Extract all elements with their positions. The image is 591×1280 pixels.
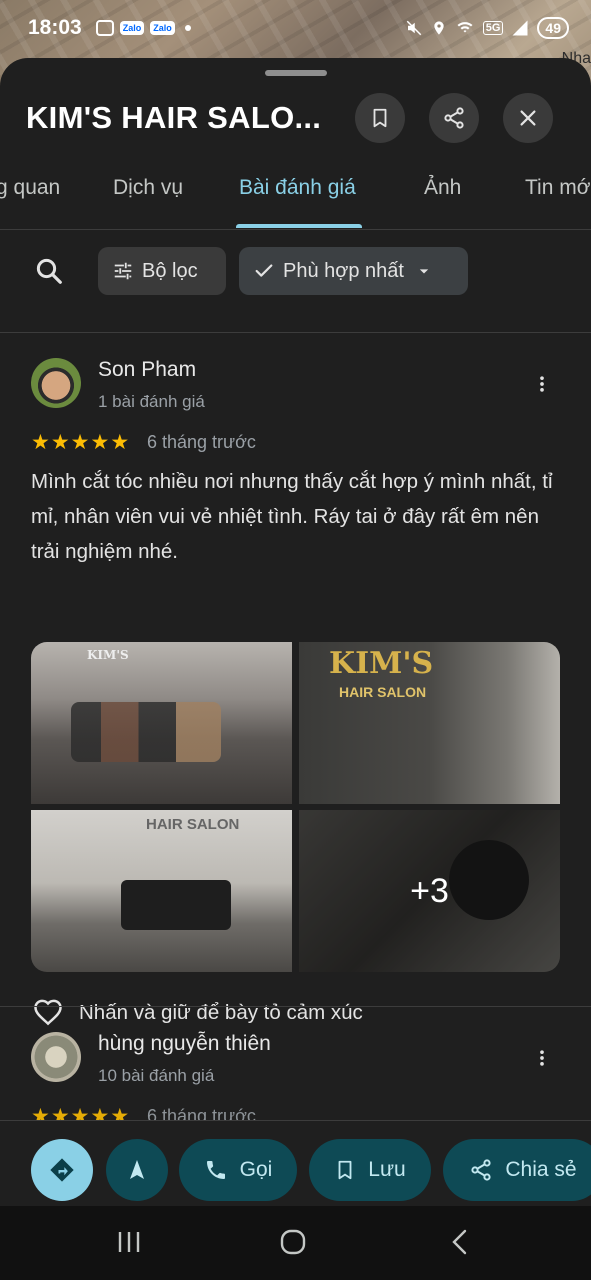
review-photo[interactable]: HAIR SALON — [31, 810, 292, 972]
reviewer-review-count: 1 bài đánh giá — [98, 392, 205, 411]
photo-sign-text: HAIR SALON — [146, 816, 240, 833]
bookmark-icon — [373, 108, 387, 128]
save-button-label: Lưu — [368, 1158, 406, 1181]
active-tab-indicator — [236, 224, 362, 228]
share-icon — [444, 107, 464, 129]
reaction-button[interactable]: Nhấn và giữ để bày tỏ cảm xúc — [31, 998, 363, 1028]
reviewer-review-count: 10 bài đánh giá — [98, 1066, 215, 1085]
photo-sign-text: KIM'S — [87, 648, 129, 662]
mute-icon — [406, 20, 422, 36]
wifi-calling-icon — [457, 22, 473, 33]
more-options-icon[interactable] — [532, 372, 552, 396]
call-button-label: Gọi — [239, 1158, 273, 1181]
share-button-label: Chia sẻ — [505, 1158, 577, 1181]
tab-photos[interactable]: Ảnh — [424, 176, 461, 200]
call-button[interactable]: Gọi — [179, 1139, 297, 1201]
tab-reviews[interactable]: Bài đánh giá — [239, 176, 356, 200]
sort-chip-label: Phù hợp nhất — [283, 259, 404, 282]
tab-overview[interactable]: g quan — [0, 176, 60, 200]
reviewer-name[interactable]: Son Pham — [98, 358, 196, 382]
divider — [0, 1006, 591, 1007]
screenshot-icon — [95, 20, 114, 36]
review-time: 6 tháng trước — [147, 432, 256, 452]
review-photo[interactable]: KIM'S — [31, 642, 292, 804]
tune-icon — [114, 262, 132, 280]
review-photo-more[interactable]: +3 — [299, 810, 560, 972]
directions-icon — [50, 1158, 74, 1182]
tab-services[interactable]: Dịch vụ — [113, 176, 183, 200]
save-button[interactable]: Lưu — [309, 1139, 431, 1201]
zalo-icon: Zalo — [150, 21, 175, 35]
status-bar: 18:03 Zalo Zalo 5G 49 — [0, 0, 591, 56]
location-icon — [434, 21, 444, 35]
status-system-icons: 5G 49 — [405, 17, 569, 39]
place-bottom-sheet: KIM'S HAIR SALO... g quan Dịch vụ Bài đá… — [0, 58, 591, 1205]
bookmark-icon — [338, 1160, 352, 1180]
notification-dot-icon — [184, 25, 191, 31]
start-navigation-button[interactable] — [106, 1139, 168, 1201]
close-icon — [520, 110, 536, 126]
star-icon: ★ — [50, 431, 70, 454]
directions-button[interactable] — [31, 1139, 93, 1201]
check-icon — [255, 264, 273, 277]
back-icon[interactable] — [449, 1228, 471, 1256]
save-place-button[interactable] — [355, 93, 405, 143]
place-title: KIM'S HAIR SALO... — [26, 100, 322, 135]
search-icon[interactable] — [34, 256, 64, 286]
reaction-hint: Nhấn và giữ để bày tỏ cảm xúc — [79, 1001, 363, 1024]
review-photo[interactable]: KIM'S HAIR SALON — [299, 642, 560, 804]
divider — [0, 332, 591, 333]
share-place-button[interactable] — [429, 93, 479, 143]
phone-icon — [206, 1161, 225, 1179]
review-photo-grid: KIM'S KIM'S HAIR SALON HAIR SALON +3 — [31, 642, 560, 972]
avatar[interactable] — [31, 1032, 81, 1082]
more-options-icon[interactable] — [532, 1046, 552, 1070]
recent-apps-icon[interactable] — [116, 1228, 142, 1256]
network-type-badge: 5G — [482, 21, 504, 35]
action-bar: Gọi Lưu Chia sẻ — [0, 1120, 591, 1206]
review-text: Mình cắt tóc nhiều nơi nhưng thấy cắt hợ… — [31, 470, 553, 563]
star-icon: ★ — [90, 431, 110, 454]
star-rating: ★ ★ ★ ★ ★ — [31, 432, 129, 453]
share-icon — [471, 1159, 491, 1181]
zalo-icon: Zalo — [119, 21, 145, 35]
title-row: KIM'S HAIR SALO... — [0, 88, 591, 148]
status-notification-icons: Zalo Zalo — [95, 20, 191, 36]
system-navigation-bar — [0, 1206, 591, 1280]
filter-chip-label: Bộ lọc — [142, 259, 198, 282]
more-photos-count: +3 — [299, 810, 560, 972]
home-icon[interactable] — [279, 1228, 307, 1256]
tab-bar: g quan Dịch vụ Bài đánh giá Ảnh Tin mớ — [0, 158, 591, 230]
signal-icon — [512, 20, 528, 36]
photo-logo-subtext: HAIR SALON — [339, 684, 427, 700]
star-icon: ★ — [31, 431, 50, 454]
avatar[interactable] — [31, 358, 81, 408]
close-button[interactable] — [503, 93, 553, 143]
reviewer-name[interactable]: hùng nguyễn thiên — [98, 1032, 271, 1056]
battery-indicator: 49 — [537, 17, 569, 39]
sheet-drag-handle[interactable] — [265, 70, 327, 76]
dropdown-arrow-icon — [419, 269, 429, 274]
star-icon: ★ — [110, 431, 130, 454]
tab-updates[interactable]: Tin mớ — [525, 176, 591, 200]
share-button[interactable]: Chia sẻ — [443, 1139, 591, 1201]
photo-logo-text: KIM'S — [329, 646, 434, 681]
sort-chip[interactable]: Phù hợp nhất — [239, 247, 468, 295]
navigation-arrow-icon — [130, 1160, 144, 1179]
review-filter-row: Bộ lọc Phù hợp nhất — [0, 246, 591, 296]
status-time: 18:03 — [28, 16, 82, 39]
heart-icon — [34, 999, 62, 1026]
star-icon: ★ — [70, 431, 90, 454]
filter-chip[interactable]: Bộ lọc — [98, 247, 226, 295]
